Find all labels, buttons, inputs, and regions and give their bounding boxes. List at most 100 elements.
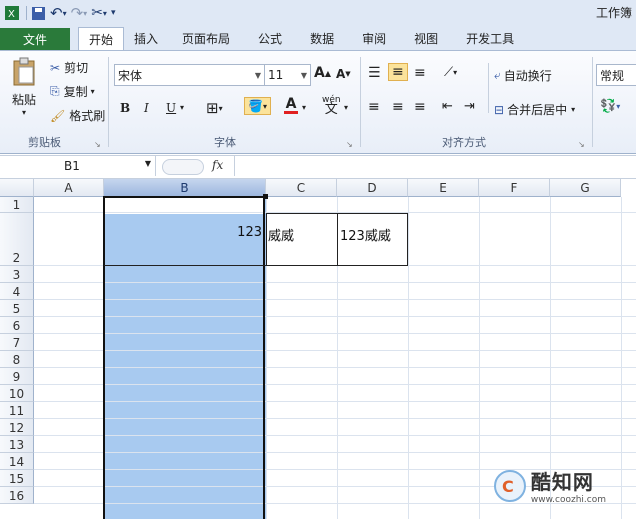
name-box[interactable]: B1 ▼: [0, 156, 156, 176]
underline-button[interactable]: U: [166, 101, 176, 115]
align-left-icon[interactable]: ≡: [368, 99, 380, 115]
svg-text:X: X: [8, 9, 15, 20]
cell-c2[interactable]: 威威: [268, 225, 336, 244]
coozhi-logo-icon: C: [493, 469, 526, 502]
undo-icon[interactable]: ↶ ▾: [50, 4, 67, 22]
tab-home[interactable]: 开始: [78, 26, 125, 51]
cell-d2[interactable]: 123威威: [340, 225, 408, 244]
tab-view[interactable]: 视图: [400, 27, 452, 50]
wrap-text-button[interactable]: ⤶ 自动换行: [494, 67, 552, 84]
customize-qat-icon[interactable]: ▾: [111, 4, 116, 22]
column-header-a[interactable]: A: [34, 179, 104, 197]
paste-label: 粘贴: [11, 93, 36, 107]
bold-button[interactable]: B: [120, 101, 130, 115]
tools-icon[interactable]: ✂ ▾: [91, 4, 107, 22]
merge-center-label: 合并后居中: [507, 103, 568, 117]
row-header-10[interactable]: 10: [0, 385, 34, 402]
tab-data[interactable]: 数据: [296, 27, 348, 50]
wrap-text-label: 自动换行: [503, 69, 552, 83]
column-header-e[interactable]: E: [408, 179, 479, 197]
ribbon-tabs: 文件 开始 插入 页面布局 公式 数据 审阅 视图 开发工具: [0, 26, 636, 51]
fill-color-icon[interactable]: 🪣 ▾: [244, 97, 271, 115]
redo-icon[interactable]: ↷ ▾: [71, 4, 88, 22]
row-header-14[interactable]: 14: [0, 453, 34, 470]
copy-button[interactable]: ⎘ 复制 ▾: [50, 83, 95, 100]
orientation-icon[interactable]: ⟋ ▾: [444, 65, 457, 80]
decrease-indent-icon[interactable]: ⇤: [442, 99, 453, 114]
row-header-4[interactable]: 4: [0, 283, 34, 300]
format-painter-label: 格式刷: [69, 109, 106, 123]
row-header-6[interactable]: 6: [0, 317, 34, 334]
align-top-icon[interactable]: ☰: [368, 65, 381, 81]
tab-page-layout[interactable]: 页面布局: [168, 27, 244, 50]
excel-app-icon: X: [4, 4, 20, 22]
align-middle-icon[interactable]: ≡: [388, 63, 408, 81]
align-bottom-icon[interactable]: ≡: [414, 65, 426, 81]
row-header-9[interactable]: 9: [0, 368, 34, 385]
font-name-dropdown[interactable]: 宋体 ▼: [114, 64, 265, 86]
alignment-launcher-icon[interactable]: ↘: [578, 140, 585, 149]
font-launcher-icon[interactable]: ↘: [346, 140, 353, 149]
paste-button[interactable]: 粘贴 ▾: [6, 57, 42, 117]
font-name-value: 宋体: [118, 68, 143, 83]
column-header-d[interactable]: D: [337, 179, 408, 197]
cut-button[interactable]: ✂ 剪切: [50, 59, 88, 76]
tab-insert[interactable]: 插入: [124, 27, 168, 50]
shrink-font-icon[interactable]: A ▼: [336, 67, 351, 81]
column-header-f[interactable]: F: [479, 179, 550, 197]
insert-function-icon[interactable]: fx: [212, 158, 223, 172]
clipboard-icon: [11, 57, 37, 87]
cell-reference: B1: [64, 159, 80, 173]
column-header-g[interactable]: G: [550, 179, 621, 197]
tab-developer[interactable]: 开发工具: [452, 27, 528, 50]
phonetic-dropdown-icon[interactable]: ▾: [344, 103, 348, 112]
row-header-2[interactable]: 2: [0, 213, 34, 266]
wrap-text-icon: ⤶: [494, 68, 501, 82]
currency-format-icon[interactable]: 💱 ▾: [600, 99, 620, 114]
save-icon[interactable]: [31, 4, 46, 22]
formula-bar-expander[interactable]: [162, 159, 204, 175]
align-center-icon[interactable]: ≡: [392, 99, 404, 115]
select-all-corner[interactable]: [0, 179, 34, 197]
chevron-down-icon: ▼: [144, 159, 151, 168]
row-header-5[interactable]: 5: [0, 300, 34, 317]
row-header-7[interactable]: 7: [0, 334, 34, 351]
window-title: 工作簿: [595, 6, 632, 20]
row-header-13[interactable]: 13: [0, 436, 34, 453]
tab-formulas[interactable]: 公式: [244, 27, 296, 50]
align-right-icon[interactable]: ≡: [414, 99, 426, 115]
row-header-15[interactable]: 15: [0, 470, 34, 487]
formula-input[interactable]: [240, 159, 630, 174]
merge-center-button[interactable]: ⊟ 合并后居中 ▾: [494, 101, 575, 118]
column-header-b[interactable]: B: [104, 179, 266, 197]
borders-icon[interactable]: ⊞ ▾: [206, 99, 223, 117]
row-header-8[interactable]: 8: [0, 351, 34, 368]
number-format-dropdown[interactable]: 常规: [596, 64, 636, 86]
font-color-dropdown-icon[interactable]: ▾: [302, 103, 306, 112]
fill-handle[interactable]: [263, 194, 268, 199]
row-header-3[interactable]: 3: [0, 266, 34, 283]
font-size-dropdown[interactable]: 11 ▼: [264, 64, 311, 86]
selection-border: [103, 196, 265, 519]
merge-cells-icon: ⊟: [494, 102, 505, 117]
row-header-11[interactable]: 11: [0, 402, 34, 419]
italic-button[interactable]: I: [144, 101, 149, 115]
increase-indent-icon[interactable]: ⇥: [464, 99, 475, 114]
format-painter-button[interactable]: 🖌 格式刷: [50, 107, 105, 124]
row-header-1[interactable]: 1: [0, 197, 34, 213]
row-header-12[interactable]: 12: [0, 419, 34, 436]
row-header-16[interactable]: 16: [0, 487, 34, 504]
grow-font-icon[interactable]: A ▲: [314, 65, 331, 81]
tab-file[interactable]: 文件: [0, 28, 70, 50]
cut-label: 剪切: [64, 61, 89, 75]
phonetic-guide-icon[interactable]: wén 文: [322, 95, 341, 116]
underline-dropdown-icon[interactable]: ▾: [180, 103, 184, 112]
clipboard-launcher-icon[interactable]: ↘: [94, 140, 101, 149]
tab-review[interactable]: 审阅: [348, 27, 400, 50]
quick-access-toolbar: X ↶ ▾ ↷ ▾ ✂ ▾ ▾: [0, 0, 636, 27]
cell-b2[interactable]: 123: [108, 225, 262, 240]
font-group-label: 字体: [214, 136, 236, 149]
paintbrush-icon: 🖌: [50, 108, 66, 123]
column-header-c[interactable]: C: [266, 179, 337, 197]
font-color-icon[interactable]: A: [284, 97, 298, 114]
